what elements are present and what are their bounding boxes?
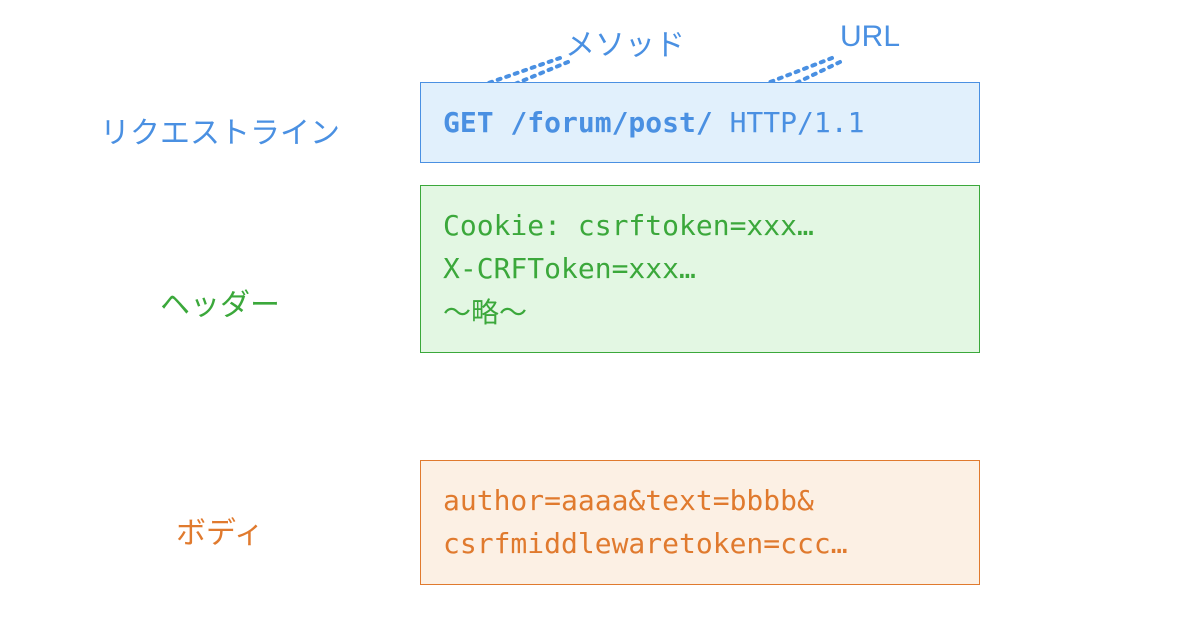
header-line-2: X-CRFToken=xxx… [443, 247, 957, 290]
body-line-1: author=aaaa&text=bbbb& [443, 479, 957, 522]
box-body: author=aaaa&text=bbbb& csrfmiddlewaretok… [420, 460, 980, 585]
annotation-url: URL [840, 20, 900, 54]
label-header: ヘッダー [70, 280, 370, 324]
box-request-line: GET /forum/post/ HTTP/1.1 [420, 82, 980, 163]
label-request-line: リクエストライン [70, 108, 370, 152]
request-method-url: GET /forum/post/ [443, 106, 713, 139]
body-line-2: csrfmiddlewaretoken=ccc… [443, 522, 957, 565]
header-line-1: Cookie: csrftoken=xxx… [443, 204, 957, 247]
request-http-version: HTTP/1.1 [713, 106, 865, 139]
header-line-3: 〜略〜 [443, 291, 957, 334]
box-header: Cookie: csrftoken=xxx… X-CRFToken=xxx… 〜… [420, 185, 980, 353]
label-body: ボディ [70, 508, 370, 552]
annotation-method: メソッド [565, 20, 685, 64]
